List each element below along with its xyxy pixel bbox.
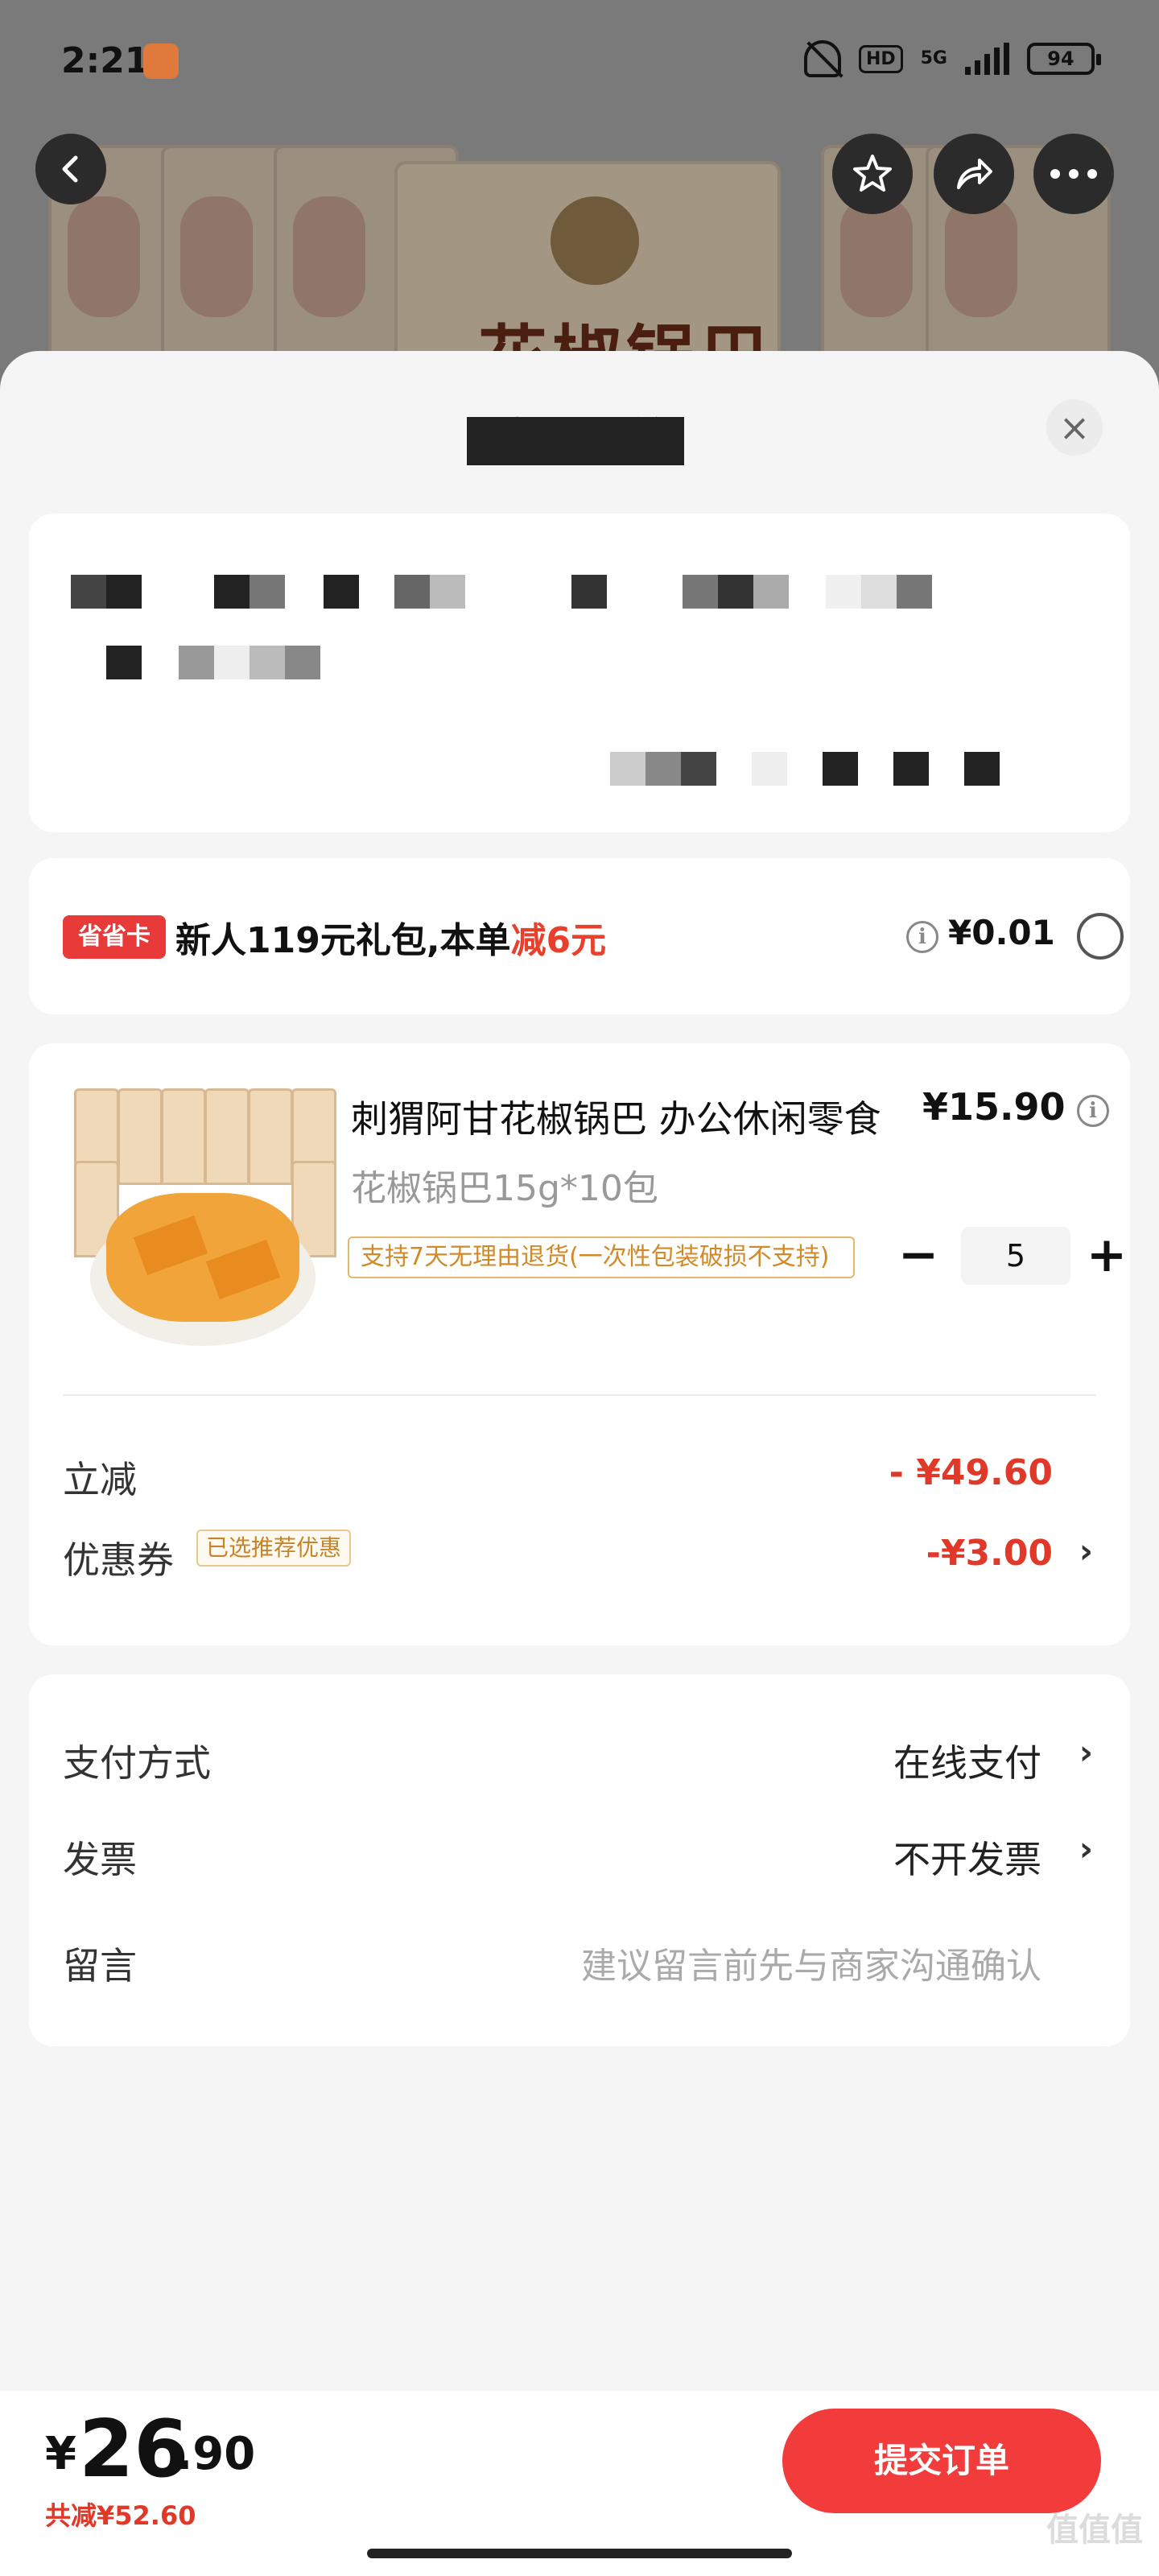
battery-icon: 94 — [1027, 43, 1101, 75]
status-time: 2:21 — [61, 40, 150, 81]
chevron-right-icon[interactable]: › — [1079, 1829, 1093, 1868]
promo-text-main: 新人119元礼包,本单 — [175, 920, 511, 961]
product-card: 刺猬阿甘花椒锅巴 办公休闲零食 ¥15.90 i 花椒锅巴15g*10包 支持7… — [29, 1043, 1130, 1645]
back-button[interactable] — [35, 134, 106, 204]
redacted-block — [683, 575, 718, 609]
redacted-block — [718, 575, 753, 609]
redacted-block — [681, 752, 716, 786]
quantity-decrease-button[interactable]: − — [890, 1228, 947, 1285]
home-indicator[interactable] — [367, 2549, 792, 2558]
signal-icon — [965, 43, 1009, 75]
promo-text-highlight: 减6元 — [510, 920, 607, 961]
brand-logo — [551, 196, 639, 285]
redacted-block — [250, 646, 285, 679]
redacted-block — [430, 575, 465, 609]
product-spec[interactable]: 花椒锅巴15g*10包 — [351, 1159, 658, 1211]
coupon-label: 优惠券 — [63, 1538, 174, 1582]
redacted-block — [645, 752, 681, 786]
redacted-block — [106, 575, 142, 609]
redacted-block — [964, 752, 1000, 786]
invoice-value[interactable]: 不开发票 — [893, 1831, 1041, 1884]
coupon-badge: 已选推荐优惠 — [196, 1530, 352, 1567]
redacted-block — [752, 752, 787, 786]
hd-icon: HD — [858, 44, 903, 73]
instant-discount-value: - ¥49.60 — [889, 1452, 1053, 1493]
redacted-block — [324, 575, 359, 609]
redacted-block — [285, 646, 320, 679]
redacted-block — [610, 752, 645, 786]
redacted-block — [823, 752, 858, 786]
favorite-button[interactable] — [832, 134, 913, 214]
close-icon: × — [1058, 406, 1091, 449]
submit-order-button[interactable]: 提交订单 — [782, 2409, 1101, 2513]
redacted-block — [861, 575, 897, 609]
invoice-label: 发票 — [63, 1838, 137, 1881]
redacted-block — [71, 575, 106, 609]
total-savings[interactable]: 共减¥52.60 — [45, 2496, 196, 2533]
redacted-block — [106, 646, 142, 679]
order-sheet: 填写订单 × 省省卡 新人119元礼包,本单减6元 — [0, 351, 1159, 2576]
payment-method-label: 支付方式 — [63, 1741, 211, 1785]
redaction-mask — [467, 417, 684, 465]
promo-select-radio[interactable] — [1077, 913, 1124, 960]
price-info-icon[interactable]: i — [1077, 1095, 1109, 1127]
share-icon — [957, 159, 992, 189]
redacted-block — [394, 575, 430, 609]
promo-card: 省省卡 新人119元礼包,本单减6元 i ¥0.01 — [29, 858, 1130, 1014]
checkout-bar: ¥ 26 .90 共减¥52.60 提交订单 值值值 — [0, 2391, 1159, 2576]
savings-card-tag: 省省卡 — [63, 915, 166, 959]
chevron-right-icon[interactable]: › — [1079, 1531, 1093, 1571]
total-price-decimal: .90 — [175, 2428, 256, 2480]
instant-discount-label: 立减 — [63, 1458, 137, 1501]
chevron-right-icon[interactable]: › — [1079, 1732, 1093, 1772]
chevron-left-icon — [62, 155, 78, 183]
redacted-block — [250, 575, 285, 609]
more-dots-icon — [1050, 169, 1097, 179]
status-bar: 2:21 HD 5G 94 — [0, 0, 1159, 121]
total-price-integer: 26 — [79, 2404, 189, 2496]
address-card[interactable] — [29, 514, 1130, 832]
info-icon[interactable]: i — [906, 921, 938, 953]
product-price: ¥15.90 — [922, 1085, 1066, 1129]
share-button[interactable] — [934, 134, 1014, 214]
redacted-block — [753, 575, 789, 609]
redacted-block — [893, 752, 929, 786]
divider — [63, 1394, 1096, 1396]
payment-method-value[interactable]: 在线支付 — [893, 1734, 1041, 1787]
redacted-block — [179, 646, 214, 679]
note-label: 留言 — [63, 1944, 137, 1988]
promo-text: 新人119元礼包,本单减6元 — [175, 911, 606, 963]
redacted-block — [214, 575, 250, 609]
promo-price: ¥0.01 — [948, 913, 1055, 952]
return-policy-tag: 支持7天无理由退货(一次性包装破损不支持) — [348, 1236, 855, 1278]
redacted-block — [897, 575, 932, 609]
quantity-input[interactable]: 5 — [961, 1227, 1070, 1285]
shop-app-icon — [143, 43, 179, 79]
network-type: 5G — [920, 48, 947, 68]
mute-icon — [803, 40, 841, 77]
close-button[interactable]: × — [1046, 399, 1103, 456]
currency-symbol: ¥ — [45, 2428, 76, 2480]
payment-card: 支付方式 在线支付 › 发票 不开发票 › 留言 建议留言前先与商家沟通确认 — [29, 1674, 1130, 2046]
watermark: 值值值 — [1046, 2512, 1143, 2549]
quantity-increase-button[interactable]: + — [1079, 1228, 1135, 1285]
note-input[interactable]: 建议留言前先与商家沟通确认 — [581, 1937, 1041, 1988]
product-name[interactable]: 刺猬阿甘花椒锅巴 办公休闲零食 — [351, 1090, 906, 1143]
redacted-block — [214, 646, 250, 679]
redacted-block — [571, 575, 607, 609]
redacted-block — [826, 575, 861, 609]
more-button[interactable] — [1033, 134, 1114, 214]
product-thumbnail[interactable] — [66, 1088, 340, 1354]
star-icon — [853, 155, 892, 192]
coupon-value[interactable]: -¥3.00 — [926, 1533, 1053, 1574]
